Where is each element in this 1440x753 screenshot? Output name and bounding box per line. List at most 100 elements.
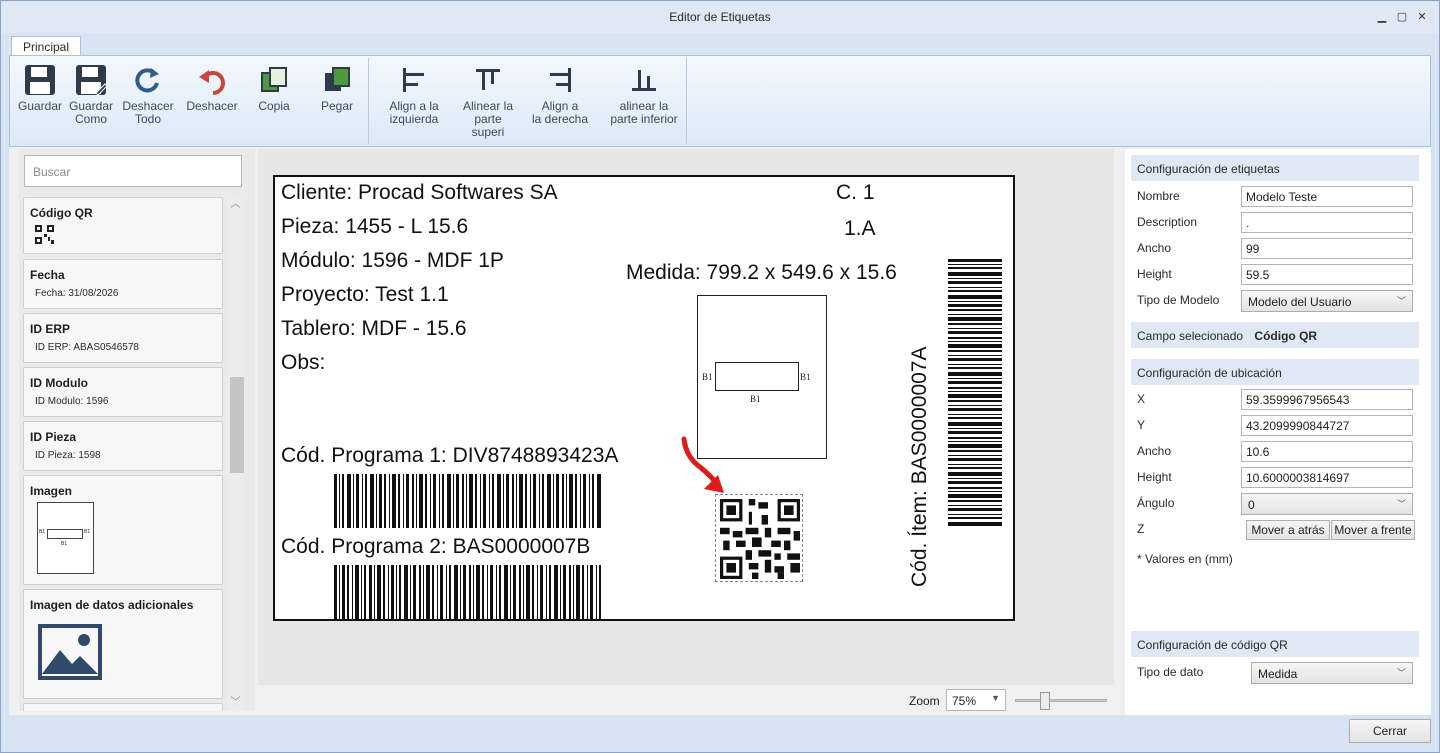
field-item-code[interactable]: Cód. Ítem: BAS0000007A [908, 347, 932, 588]
palette-item-fecha[interactable]: Fecha Fecha: 31/08/2026 [23, 259, 223, 309]
ribbon-tabs: Principal [9, 34, 1431, 57]
palette-item-preview: ID ERP: ABAS0546578 [35, 342, 139, 353]
close-button[interactable]: Cerrar [1349, 719, 1431, 743]
align-left-button[interactable]: Align a la izquierda [384, 60, 444, 126]
units-note: * Valores en (mm) [1137, 552, 1233, 566]
window-title: Editor de Etiquetas [669, 10, 771, 24]
palette-scrollbar[interactable]: ︿ ﹀ [227, 197, 244, 711]
label-height-field[interactable]: 59.5 [1241, 264, 1413, 285]
description-field[interactable]: . [1241, 212, 1413, 233]
copy-label-1: Copia [258, 99, 290, 113]
scroll-down-icon[interactable]: ﹀ [227, 695, 244, 711]
ribbon-separator [686, 58, 687, 144]
palette-item-qr[interactable]: Código QR [23, 197, 223, 254]
field-height-label: Height [1137, 470, 1172, 484]
field-1a[interactable]: 1.A [844, 217, 876, 241]
save-as-button[interactable]: Guardar Como [61, 60, 121, 126]
paste-label-1: Pegar [320, 99, 354, 113]
field-programa-2[interactable]: Cód. Programa 2: BAS0000007B [281, 535, 590, 559]
align-right-button[interactable]: Align a la derecha [530, 60, 590, 126]
edge-label: B1 [702, 372, 713, 382]
angle-select[interactable]: 0 ﹀ [1241, 493, 1413, 515]
data-type-label: Tipo de dato [1137, 665, 1204, 679]
zoom-select[interactable]: 75% ▼ [946, 689, 1006, 711]
undo-icon [182, 60, 242, 100]
field-cliente[interactable]: Cliente: Procad Softwares SA [281, 181, 558, 205]
palette-item-title: Imagen de datos adicionales [30, 598, 194, 612]
qr-code-icon [35, 225, 54, 247]
model-type-select[interactable]: Modelo del Usuario ﹀ [1241, 290, 1413, 312]
zoom-slider[interactable] [1015, 692, 1107, 710]
save-as-label-2: Como [74, 112, 107, 126]
field-width-label: Ancho [1137, 444, 1172, 458]
edge-label: B1 [84, 529, 91, 535]
label-config-header: Configuración de etiquetas [1131, 155, 1419, 181]
chevron-down-icon: ﹀ [1396, 296, 1406, 306]
red-arrow-annotation [681, 436, 724, 493]
move-front-button[interactable]: Mover a frente [1331, 520, 1415, 540]
y-label: Y [1137, 418, 1146, 432]
close-window-button[interactable]: ✕ [1414, 10, 1430, 24]
piece-rect [47, 529, 83, 539]
scroll-up-icon[interactable]: ︿ [227, 197, 244, 213]
barcode-programa-2[interactable] [334, 565, 604, 619]
align-bottom-icon [605, 60, 683, 100]
palette-item-imagen-datos[interactable]: Imagen de datos adicionales [23, 589, 223, 699]
align-top-icon [458, 60, 518, 100]
angle-value: 0 [1248, 498, 1255, 512]
label-height-label: Height [1137, 267, 1172, 281]
label-canvas-area: Cliente: Procad Softwares SA Pieza: 1455… [258, 149, 1114, 685]
maximize-button[interactable]: ▢ [1394, 10, 1410, 24]
barcode-programa-1[interactable] [334, 474, 604, 528]
ribbon-separator [368, 58, 369, 144]
align-bottom-button[interactable]: alinear la parte inferior [605, 60, 683, 126]
align-top-button[interactable]: Alinear la parte superi [458, 60, 518, 139]
chevron-down-icon: ▼ [991, 693, 1000, 703]
qr-code-field-selected[interactable] [715, 494, 803, 582]
x-field[interactable]: 59.3599967956543 [1241, 389, 1413, 410]
palette-item-id-pieza[interactable]: ID Pieza ID Pieza: 1598 [23, 421, 223, 471]
nombre-field[interactable]: Modelo Teste [1241, 186, 1413, 207]
barcode-item[interactable] [948, 259, 1002, 529]
palette-list: Código QR Fecha Fecha: 31/08/2026 ID ERP… [23, 197, 223, 711]
search-input[interactable]: Buscar [24, 155, 242, 187]
palette-item-more[interactable] [23, 703, 223, 711]
palette-item-id-modulo[interactable]: ID Modulo ID Modulo: 1596 [23, 367, 223, 417]
paste-button[interactable]: Pegar [307, 60, 367, 113]
label-width-field[interactable]: 99 [1241, 238, 1413, 259]
qr-code-icon [720, 499, 800, 579]
label-preview[interactable]: Cliente: Procad Softwares SA Pieza: 1455… [273, 175, 1015, 621]
field-obs[interactable]: Obs: [281, 351, 325, 375]
undo-all-button[interactable]: Deshacer Todo [118, 60, 178, 126]
scrollbar-thumb[interactable] [230, 377, 244, 473]
copy-button[interactable]: Copia [244, 60, 304, 113]
align-bottom-label-2: parte inferior [610, 112, 678, 126]
field-pieza[interactable]: Pieza: 1455 - L 15.6 [281, 215, 468, 239]
undo-button[interactable]: Deshacer [182, 60, 242, 113]
zoom-value: 75% [952, 694, 977, 708]
piece-rect [715, 362, 799, 391]
palette-item-title: Código QR [30, 206, 93, 220]
edge-label: B1 [800, 372, 811, 382]
zoom-slider-thumb[interactable] [1040, 692, 1050, 710]
palette-item-preview: Fecha: 31/08/2026 [35, 288, 119, 299]
field-medida[interactable]: Medida: 799.2 x 549.6 x 15.6 [626, 261, 897, 285]
data-type-select[interactable]: Medida ﹀ [1251, 662, 1413, 684]
palette-item-id-erp[interactable]: ID ERP ID ERP: ABAS0546578 [23, 313, 223, 363]
undo-label-1: Deshacer [186, 99, 238, 113]
field-tablero[interactable]: Tablero: MDF - 15.6 [281, 317, 467, 341]
undo-all-icon [118, 60, 178, 100]
field-proyecto[interactable]: Proyecto: Test 1.1 [281, 283, 449, 307]
tab-principal[interactable]: Principal [11, 36, 81, 57]
edge-label: B1 [39, 529, 46, 535]
field-width-field[interactable]: 10.6 [1241, 441, 1413, 462]
field-programa-1[interactable]: Cód. Programa 1: DIV8748893423A [281, 444, 618, 468]
y-field[interactable]: 43.2099990844727 [1241, 415, 1413, 436]
description-label: Description [1137, 215, 1198, 229]
field-height-field[interactable]: 10.6000003814697 [1241, 467, 1413, 488]
palette-item-imagen[interactable]: Imagen B1 B1 B1 [23, 475, 223, 585]
minimize-button[interactable]: ▁ [1374, 10, 1390, 24]
field-c1[interactable]: C. 1 [836, 181, 875, 205]
move-back-button[interactable]: Mover a atrás [1246, 520, 1330, 540]
field-modulo[interactable]: Módulo: 1596 - MDF 1P [281, 249, 504, 273]
